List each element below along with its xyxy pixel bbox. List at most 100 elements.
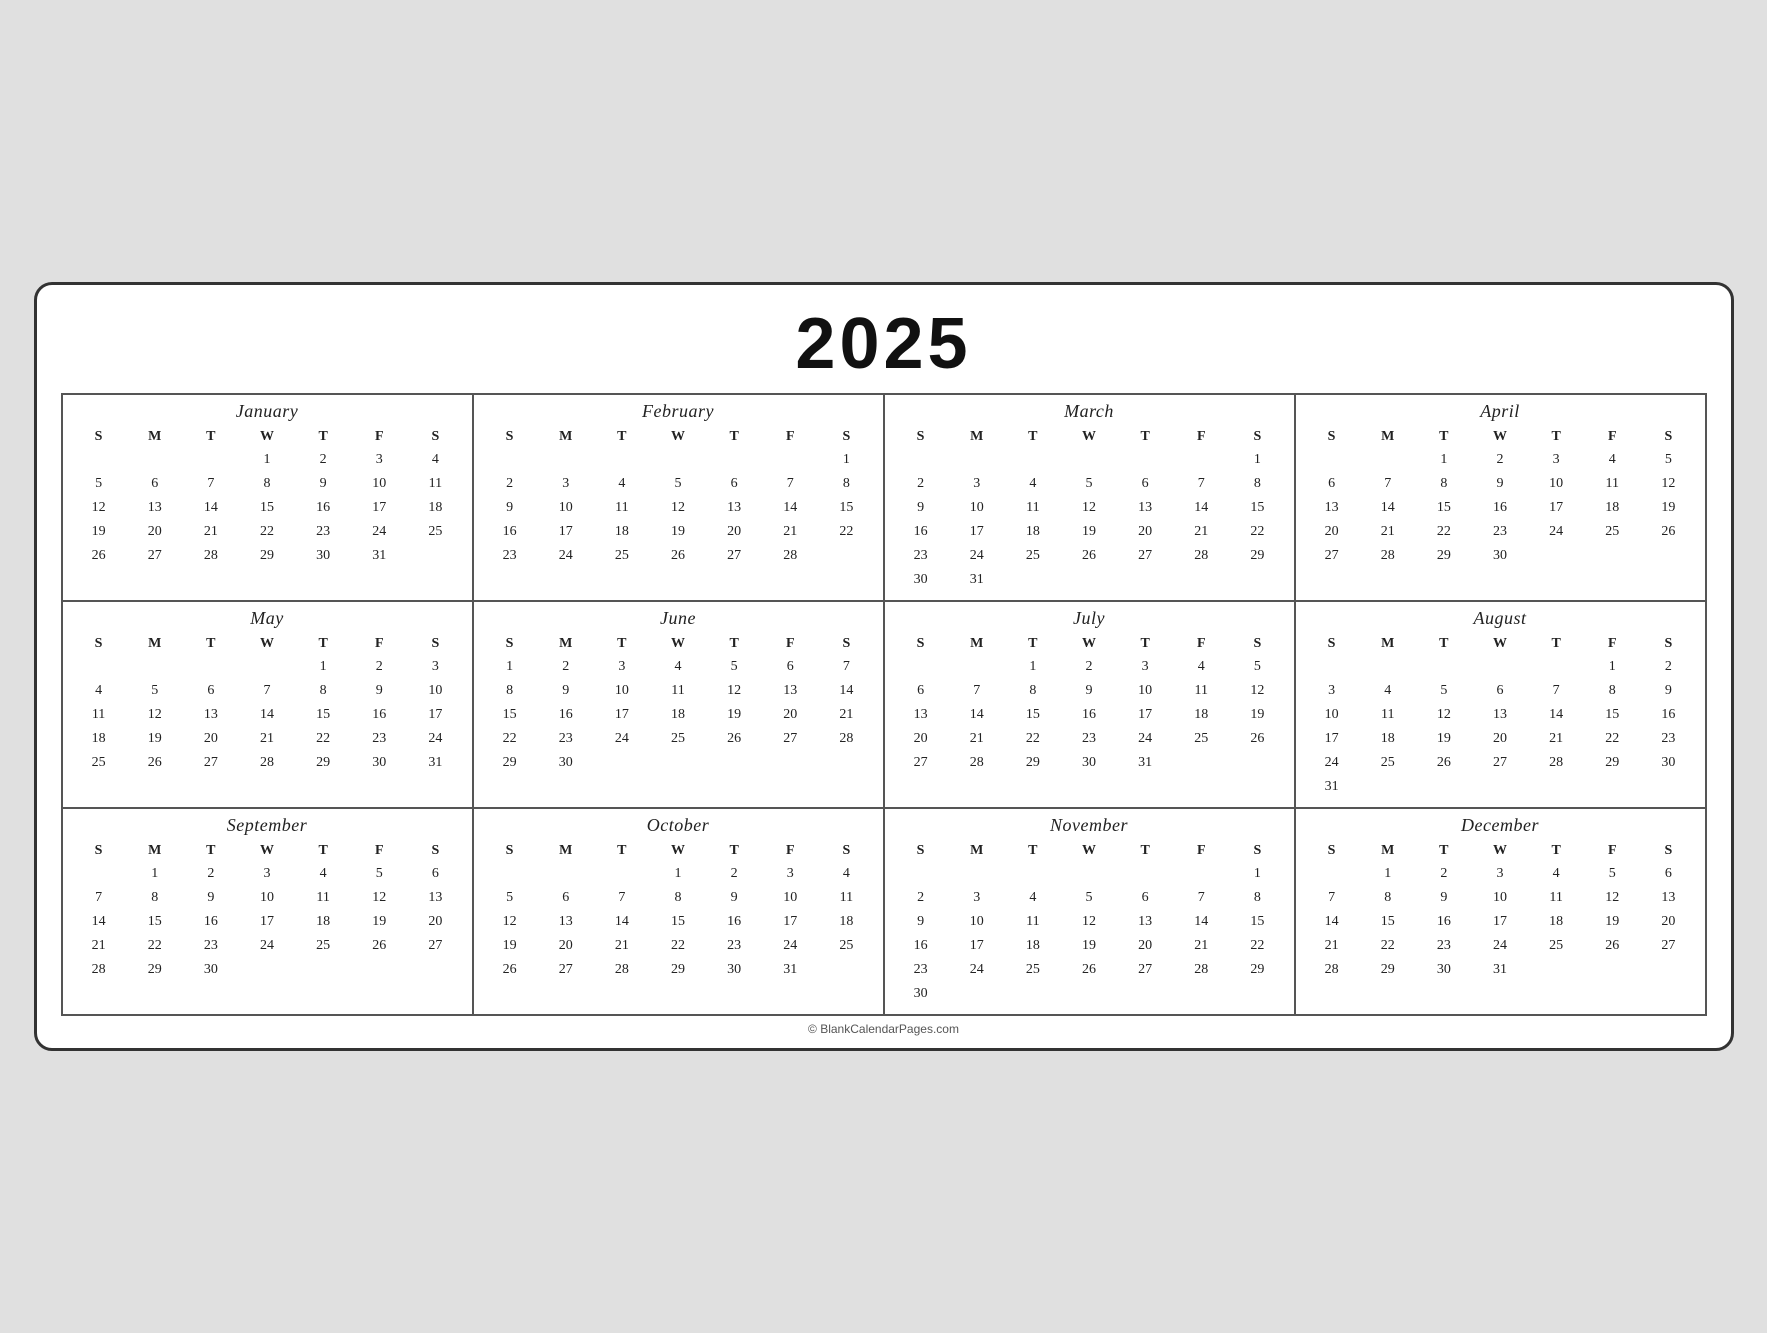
- day-cell: 30: [893, 568, 949, 592]
- day-cell: 11: [1360, 703, 1416, 727]
- day-cell: 20: [1304, 520, 1360, 544]
- day-header: W: [1061, 426, 1117, 448]
- day-cell: 5: [1229, 655, 1285, 679]
- day-cell: 12: [1416, 703, 1472, 727]
- week-row: 12345: [1304, 448, 1697, 472]
- day-cell: 23: [1472, 520, 1528, 544]
- day-cell: [183, 448, 239, 472]
- week-row: 123456: [1304, 862, 1697, 886]
- day-cell: 17: [351, 496, 407, 520]
- day-cell: [351, 958, 407, 982]
- day-header: T: [183, 840, 239, 862]
- day-cell: [1061, 862, 1117, 886]
- day-cell: 13: [1472, 703, 1528, 727]
- week-row: 3031: [893, 568, 1286, 592]
- day-cell: 14: [1173, 910, 1229, 934]
- day-cell: 24: [762, 934, 818, 958]
- day-cell: [127, 655, 183, 679]
- day-cell: 22: [650, 934, 706, 958]
- day-cell: 18: [71, 727, 127, 751]
- day-cell: 15: [1584, 703, 1640, 727]
- day-header: S: [1229, 633, 1285, 655]
- day-cell: 14: [594, 910, 650, 934]
- day-cell: 26: [1061, 544, 1117, 568]
- day-cell: 28: [1360, 544, 1416, 568]
- day-cell: 9: [482, 496, 538, 520]
- day-cell: [1173, 982, 1229, 1006]
- month-cell-april: AprilSMTWTFS1234567891011121314151617181…: [1296, 395, 1707, 602]
- day-cell: 4: [1173, 655, 1229, 679]
- day-cell: 26: [351, 934, 407, 958]
- week-row: 232425262728: [482, 544, 875, 568]
- week-row: 16171819202122: [893, 934, 1286, 958]
- week-row: 9101112131415: [893, 496, 1286, 520]
- day-cell: 23: [1640, 727, 1696, 751]
- day-cell: 8: [295, 679, 351, 703]
- day-cell: [1173, 568, 1229, 592]
- day-cell: 29: [482, 751, 538, 775]
- month-name: August: [1304, 608, 1697, 629]
- day-cell: 14: [183, 496, 239, 520]
- day-cell: 26: [1416, 751, 1472, 775]
- day-cell: [482, 448, 538, 472]
- day-header: S: [407, 633, 463, 655]
- month-cell-october: OctoberSMTWTFS12345678910111213141516171…: [474, 809, 885, 1016]
- day-cell: [762, 751, 818, 775]
- day-cell: [538, 862, 594, 886]
- day-cell: [407, 544, 463, 568]
- day-cell: [1173, 862, 1229, 886]
- day-cell: 26: [127, 751, 183, 775]
- day-cell: [1304, 448, 1360, 472]
- week-row: 16171819202122: [482, 520, 875, 544]
- day-cell: 14: [71, 910, 127, 934]
- day-cell: 20: [706, 520, 762, 544]
- week-row: 12131415161718: [482, 910, 875, 934]
- day-cell: 18: [1584, 496, 1640, 520]
- calendar-container: 2025 JanuarySMTWTFS123456789101112131415…: [34, 282, 1734, 1051]
- day-cell: 5: [71, 472, 127, 496]
- day-cell: [1173, 448, 1229, 472]
- month-table: SMTWTFS123456789101112131415161718192021…: [71, 840, 464, 982]
- day-cell: 12: [1061, 496, 1117, 520]
- day-cell: 3: [407, 655, 463, 679]
- day-header: S: [1304, 633, 1360, 655]
- day-cell: [183, 655, 239, 679]
- day-cell: 19: [1640, 496, 1696, 520]
- day-cell: 14: [1304, 910, 1360, 934]
- day-cell: 17: [1117, 703, 1173, 727]
- week-row: 123456: [71, 862, 464, 886]
- day-cell: 8: [127, 886, 183, 910]
- day-cell: [706, 448, 762, 472]
- day-cell: [71, 862, 127, 886]
- day-cell: 25: [1528, 934, 1584, 958]
- day-cell: 23: [706, 934, 762, 958]
- day-cell: 11: [71, 703, 127, 727]
- day-cell: 24: [407, 727, 463, 751]
- day-header: S: [893, 426, 949, 448]
- day-cell: 29: [1416, 544, 1472, 568]
- week-row: 24252627282930: [1304, 751, 1697, 775]
- day-cell: 13: [1117, 910, 1173, 934]
- day-cell: 22: [127, 934, 183, 958]
- day-header: S: [1304, 840, 1360, 862]
- day-cell: 4: [295, 862, 351, 886]
- day-cell: 3: [239, 862, 295, 886]
- day-cell: [762, 448, 818, 472]
- day-header: S: [1640, 426, 1696, 448]
- day-cell: 1: [1229, 862, 1285, 886]
- day-cell: [1584, 544, 1640, 568]
- day-cell: 12: [482, 910, 538, 934]
- day-cell: [1360, 655, 1416, 679]
- day-cell: 17: [762, 910, 818, 934]
- day-cell: 10: [949, 910, 1005, 934]
- day-header: W: [1472, 633, 1528, 655]
- day-cell: 12: [1061, 910, 1117, 934]
- day-cell: 22: [1229, 520, 1285, 544]
- day-cell: 19: [1061, 934, 1117, 958]
- day-header: T: [594, 633, 650, 655]
- month-name: July: [893, 608, 1286, 629]
- week-row: 1: [893, 448, 1286, 472]
- day-cell: 8: [239, 472, 295, 496]
- day-cell: 8: [650, 886, 706, 910]
- day-cell: 3: [949, 886, 1005, 910]
